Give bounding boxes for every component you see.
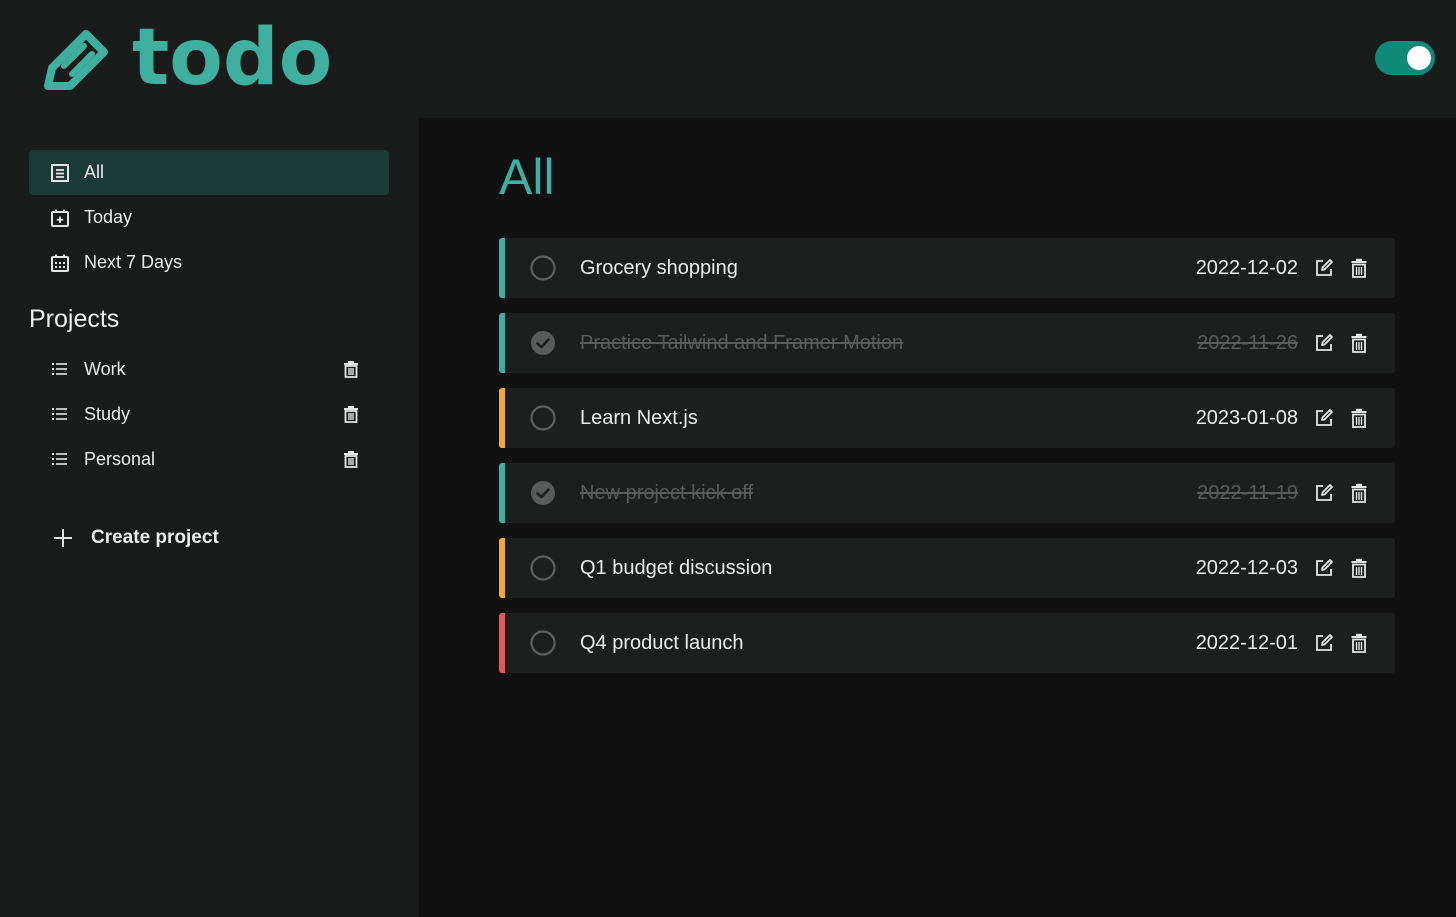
trash-icon[interactable] [1350, 408, 1368, 428]
task-date: 2022-12-01 [1195, 631, 1298, 654]
task-title: Q4 product launch [580, 631, 744, 654]
checked-circle-icon[interactable] [530, 480, 556, 506]
task-row[interactable]: Grocery shopping 2022-12-02 [499, 238, 1395, 298]
sidebar-item-label: All [84, 162, 105, 182]
task-row[interactable]: Q1 budget discussion 2022-12-03 [499, 538, 1395, 598]
priority-bar [499, 613, 505, 673]
task-date: 2022-11-19 [1197, 481, 1298, 504]
edit-icon[interactable] [1314, 633, 1334, 653]
priority-bar [499, 463, 505, 523]
sidebar-item-label: Today [84, 207, 133, 227]
task-date: 2023-01-08 [1195, 406, 1298, 429]
project-item-study[interactable]: Study [29, 394, 369, 434]
task-row[interactable]: Practice Tailwind and Framer Motion 2022-… [499, 313, 1395, 373]
sidebar-item-label: Next 7 Days [84, 252, 183, 272]
project-item-work[interactable]: Work [29, 349, 369, 389]
unchecked-circle-icon[interactable] [530, 630, 556, 656]
priority-bar [499, 538, 505, 598]
priority-bar [499, 238, 505, 298]
sidebar: All Today Next 7 Days Projects Work Stud… [0, 118, 419, 917]
unchecked-circle-icon[interactable] [530, 255, 556, 281]
page-title: All [499, 149, 555, 205]
create-project-button[interactable]: Create project [50, 520, 219, 556]
project-label: Personal [84, 448, 156, 469]
trash-icon[interactable] [1350, 333, 1368, 353]
list-icon [52, 363, 67, 375]
edit-icon[interactable] [1314, 483, 1334, 503]
task-row[interactable]: Learn Next.js 2023-01-08 [499, 388, 1395, 448]
task-date: 2022-11-26 [1197, 331, 1298, 354]
edit-icon[interactable] [1314, 258, 1334, 278]
task-date: 2022-12-03 [1195, 556, 1298, 579]
project-label: Work [84, 358, 126, 379]
trash-icon[interactable] [1350, 483, 1368, 503]
theme-toggle[interactable] [1375, 41, 1435, 75]
app-header: todo [0, 0, 1456, 118]
create-project-label: Create project [91, 527, 219, 548]
list-icon [52, 453, 67, 465]
app-logo[interactable]: todo [38, 13, 333, 103]
app-logo-text: todo [132, 13, 333, 103]
calendar-plus-icon [51, 209, 69, 227]
main-content: All Grocery shopping 2022-12-02 Practice T… [419, 118, 1456, 917]
task-date: 2022-12-02 [1195, 256, 1298, 279]
calendar-grid-icon [51, 254, 69, 272]
task-title: Learn Next.js [580, 406, 698, 429]
pencil-logo-icon [44, 30, 108, 90]
priority-bar [499, 388, 505, 448]
project-label: Study [84, 403, 131, 424]
unchecked-circle-icon[interactable] [530, 405, 556, 431]
sidebar-item-next-7-days[interactable]: Next 7 Days [29, 240, 389, 285]
task-row[interactable]: New project kick off 2022-11-19 [499, 463, 1395, 523]
sidebar-item-all[interactable]: All [29, 150, 389, 195]
task-title: Practice Tailwind and Framer Motion [580, 331, 904, 354]
trash-icon[interactable] [1350, 258, 1368, 278]
edit-icon[interactable] [1314, 333, 1334, 353]
trash-icon[interactable] [1350, 558, 1368, 578]
edit-icon[interactable] [1314, 558, 1334, 578]
task-title: Grocery shopping [580, 256, 738, 279]
task-row[interactable]: Q4 product launch 2022-12-01 [499, 613, 1395, 673]
unchecked-circle-icon[interactable] [530, 555, 556, 581]
sidebar-item-today[interactable]: Today [29, 195, 389, 240]
projects-heading: Projects [29, 305, 120, 333]
project-item-personal[interactable]: Personal [29, 439, 369, 479]
task-title: New project kick off [580, 481, 754, 504]
trash-icon[interactable] [1350, 633, 1368, 653]
checked-circle-icon[interactable] [530, 330, 556, 356]
edit-icon[interactable] [1314, 408, 1334, 428]
trash-icon[interactable] [342, 360, 360, 378]
plus-icon [54, 529, 72, 547]
list-box-icon [51, 163, 69, 182]
trash-icon[interactable] [342, 405, 360, 423]
trash-icon[interactable] [342, 450, 360, 468]
task-title: Q1 budget discussion [580, 556, 773, 579]
theme-toggle-knob [1407, 46, 1431, 70]
list-icon [52, 408, 67, 420]
priority-bar [499, 313, 505, 373]
